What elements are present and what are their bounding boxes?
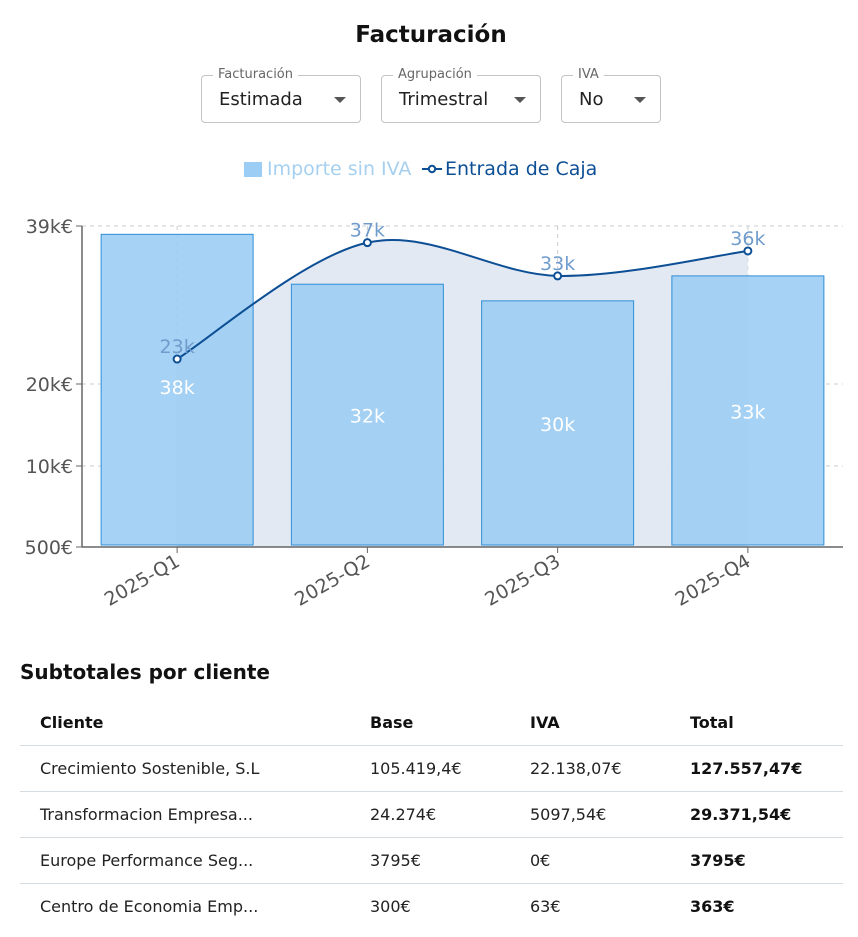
y-tick-label: 20k€ [26, 374, 73, 396]
cell-cliente: Centro de Economia Emp... [40, 897, 259, 916]
chevron-down-icon [334, 97, 346, 103]
cell-base: 24.274€ [350, 791, 510, 838]
cell-iva: 63€ [530, 897, 561, 916]
subtotals-title: Subtotales por cliente [20, 660, 270, 684]
table-row: Crecimiento Sostenible, S.L 105.419,4€ 2… [20, 745, 843, 792]
cell-iva: 0€ [510, 837, 670, 884]
cell-total: 29.371,54€ [670, 791, 843, 838]
iva-select[interactable]: IVA No [561, 67, 661, 123]
agrupacion-select-value: Trimestral [399, 89, 489, 110]
iva-select-value: No [579, 89, 604, 110]
cell-total: 363€ [690, 897, 735, 916]
y-tick-label: 39k€ [26, 216, 73, 238]
cell-total: 127.557,47€ [670, 745, 843, 792]
y-tick-label: 500€ [25, 537, 73, 559]
cell-cliente: Crecimiento Sostenible, S.L [20, 745, 350, 792]
subtotals-table: Cliente Base IVA Total Crecimiento Soste… [20, 700, 843, 929]
line-marker-icon [422, 164, 442, 174]
line-area [177, 240, 748, 547]
column-header-base: Base [350, 700, 510, 746]
bar-swatch-icon [244, 161, 262, 177]
table-row: Transformacion Empresa... 24.274€ 5097,5… [20, 791, 843, 838]
cell-base: 105.419,4€ [350, 745, 510, 792]
cell-base: 3795€ [350, 837, 510, 884]
chevron-down-icon [634, 97, 646, 103]
line-data-label: 37k [350, 220, 385, 242]
bar-data-label: 38k [160, 377, 195, 399]
table-row: Europe Performance Seg... 3795€ 0€ 3795€ [20, 837, 843, 884]
chevron-down-icon [514, 97, 526, 103]
agrupacion-select[interactable]: Agrupación Trimestral [381, 67, 541, 123]
column-header-cliente: Cliente [20, 700, 350, 746]
iva-select-label: IVA [573, 67, 604, 82]
cell-cliente: Europe Performance Seg... [20, 837, 350, 884]
bar-data-label: 33k [730, 401, 765, 423]
line-data-label: 23k [160, 336, 195, 358]
line-data-label: 33k [540, 253, 575, 275]
column-header-total: Total [670, 700, 843, 746]
cell-iva: 5097,54€ [510, 791, 670, 838]
chart-legend: Importe sin IVA Entrada de Caja [0, 158, 858, 182]
x-tick-label: 2025-Q1 [101, 550, 184, 611]
y-tick-label: 10k€ [26, 456, 73, 478]
cell-iva: 22.138,07€ [510, 745, 670, 792]
cell-total: 3795€ [670, 837, 843, 884]
billing-chart: 500€ 10k€ 20k€ 39k€ 23k 37k 33k 36k 38k 32k 30k 33k… [25, 216, 843, 611]
facturacion-select-value: Estimada [219, 89, 303, 110]
bar-data-label: 30k [540, 414, 575, 436]
legend-label-importe: Importe sin IVA [267, 158, 412, 180]
facturacion-select-label: Facturación [213, 67, 298, 82]
legend-item-entrada[interactable]: Entrada de Caja [422, 158, 597, 180]
x-tick-label: 2025-Q3 [481, 550, 564, 611]
cell-cliente: Transformacion Empresa... [20, 791, 350, 838]
x-tick-label: 2025-Q2 [291, 550, 374, 611]
column-header-iva: IVA [510, 700, 670, 746]
table-header-row: Cliente Base IVA Total [20, 700, 843, 746]
facturacion-select[interactable]: Facturación Estimada [201, 67, 361, 123]
agrupacion-select-label: Agrupación [393, 67, 477, 82]
bar-data-label: 32k [350, 406, 385, 428]
line-data-label: 36k [730, 228, 765, 250]
table-row: Centro de Economia Emp... 300€ 63€ 363€ [20, 884, 843, 930]
legend-item-importe[interactable]: Importe sin IVA [244, 158, 411, 180]
cell-base: 300€ [370, 897, 411, 916]
legend-label-entrada: Entrada de Caja [445, 158, 598, 180]
page-title: Facturación [355, 22, 507, 48]
x-tick-label: 2025-Q4 [672, 550, 755, 611]
